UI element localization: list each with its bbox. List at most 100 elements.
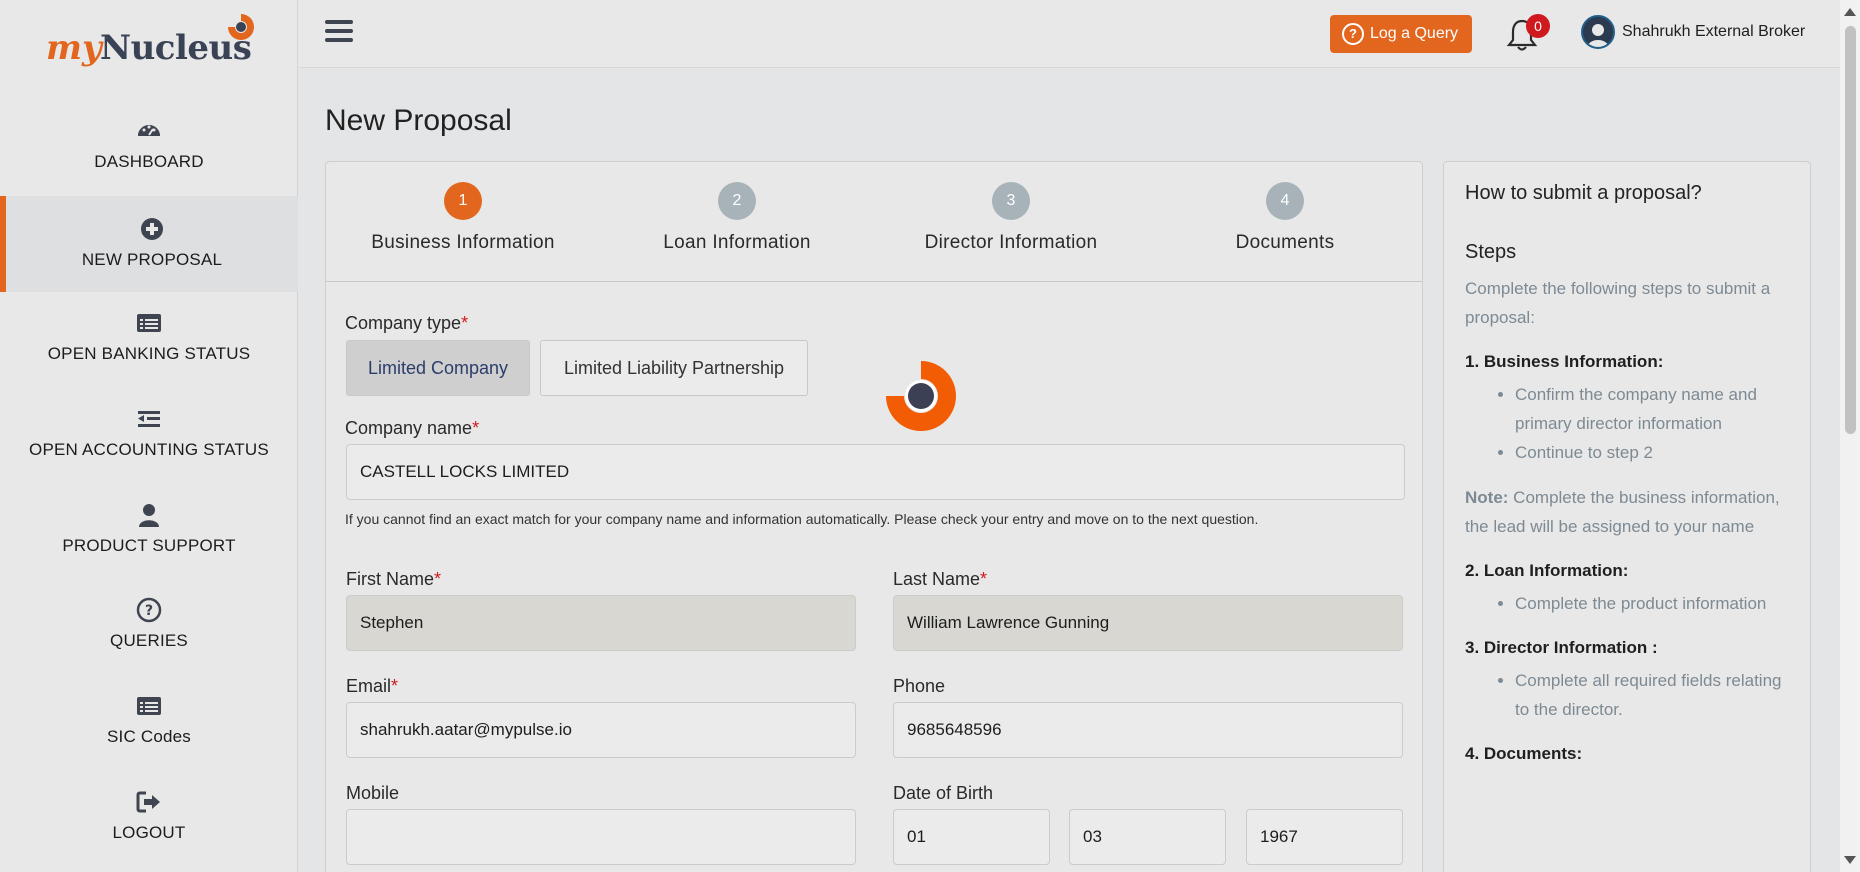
user-avatar[interactable] [1581,15,1615,49]
sidebar-item-label: QUERIES [110,631,188,650]
help-note: Note: Complete the business information,… [1465,483,1789,541]
email-label-text: Email [346,676,392,696]
logo-ring-icon [228,14,254,40]
email-label: Email* [346,676,398,697]
sidebar-item-label: DASHBOARD [94,152,204,171]
step-number: 4 [1266,182,1304,220]
required-mark: * [472,418,480,438]
last-name-label-text: Last Name [893,569,981,589]
first-name-label: First Name* [346,569,441,590]
sidebar-item-label: OPEN BANKING STATUS [47,344,251,363]
step-label: Documents [1235,232,1335,253]
required-mark: * [980,569,988,589]
user-icon [139,504,159,527]
list-item: Complete all required fields relating to… [1515,666,1789,724]
company-name-input[interactable]: CASTELL LOCKS LIMITED [346,444,1405,500]
sidebar-item-open-banking-status[interactable]: OPEN BANKING STATUS [0,310,298,406]
sidebar-item-label: SIC Codes [106,727,191,746]
step-label: Loan Information [663,232,811,253]
log-a-query-button[interactable]: ? Log a Query [1330,15,1472,53]
mobile-input[interactable] [346,809,856,865]
sidebar-item-logout[interactable]: LOGOUT [0,789,298,872]
help-business-list: Confirm the company name and primary dir… [1515,380,1789,467]
dob-month-input[interactable]: 03 [1069,809,1226,865]
log-a-query-label: Log a Query [1370,25,1459,42]
last-name-label: Last Name* [893,569,987,590]
help-intro: Complete the following steps to submit a… [1465,279,1771,327]
phone-input[interactable]: 9685648596 [893,702,1403,758]
help-director-list: Complete all required fields relating to… [1515,666,1789,724]
step-label: Business Information [371,232,555,253]
help-title: How to submit a proposal? [1465,182,1702,204]
sidebar: my Nucleus DASHBOARD NEW PROPOSAL OPEN B… [0,0,298,872]
step-loan-information[interactable]: 2 Loan Information [600,182,874,254]
list-item: Confirm the company name and primary dir… [1515,380,1789,438]
help-note-label: Note: [1465,488,1509,507]
notification-count-badge: 0 [1526,14,1550,38]
user-avatar-icon [1587,24,1609,47]
first-name-input[interactable]: Stephen [346,595,856,651]
company-type-label-text: Company type [345,313,462,333]
list-alt-icon [137,697,161,715]
indent-icon [138,411,160,427]
sign-out-icon [136,791,160,813]
user-name[interactable]: Shahrukh External Broker [1622,23,1805,41]
sidebar-item-open-accounting-status[interactable]: OPEN ACCOUNTING STATUS [0,406,298,502]
question-bubble-icon: ? [1342,23,1364,45]
loading-spinner-icon [886,361,956,431]
phone-label: Phone [893,676,946,696]
step-number: 3 [992,182,1030,220]
help-note-text: Complete the business information, the l… [1465,488,1780,536]
company-name-label: Company name* [345,418,479,439]
help-section-director: 3. Director Information : [1465,638,1658,657]
svg-text:?: ? [145,603,153,619]
dob-label: Date of Birth [893,783,994,803]
last-name-input[interactable]: William Lawrence Gunning [893,595,1403,651]
help-loan-list: Complete the product information [1515,589,1789,618]
step-business-information[interactable]: 1 Business Information [326,182,600,254]
company-type-llp-button[interactable]: Limited Liability Partnership [540,340,808,396]
step-number: 1 [444,182,482,220]
step-number: 2 [718,182,756,220]
company-name-hint: If you cannot find an exact match for yo… [345,511,1259,527]
help-section-business: 1. Business Information: [1465,352,1664,371]
step-director-information[interactable]: 3 Director Information [874,182,1148,254]
mynucleus-logo[interactable]: my Nucleus [46,12,266,72]
list-item: Complete the product information [1515,589,1789,618]
email-input[interactable]: shahrukh.aatar@mypulse.io [346,702,856,758]
list-alt-icon [137,314,161,332]
sidebar-item-label: PRODUCT SUPPORT [62,536,236,555]
required-mark: * [461,313,469,333]
sidebar-item-label: NEW PROPOSAL [81,250,223,269]
sidebar-item-product-support[interactable]: PRODUCT SUPPORT [0,502,298,598]
scroll-thumb[interactable] [1845,26,1856,434]
scroll-up-arrow-icon[interactable] [1844,8,1856,16]
proposal-form-card: 1 Business Information 2 Loan Informatio… [325,161,1423,872]
dob-year-input[interactable]: 1967 [1246,809,1403,865]
dob-day-input[interactable]: 01 [893,809,1050,865]
help-section-loan: 2. Loan Information: [1465,561,1629,580]
sidebar-item-new-proposal[interactable]: NEW PROPOSAL [0,196,298,292]
top-bar: ? Log a Query 0 Shahrukh External Broker [299,0,1840,68]
menu-toggle-icon[interactable] [325,20,353,46]
sidebar-item-label: LOGOUT [112,823,186,842]
required-mark: * [391,676,399,696]
mobile-label: Mobile [346,783,400,803]
list-item: Continue to step 2 [1515,438,1789,467]
dashboard-icon [138,125,160,136]
required-mark: * [434,569,442,589]
company-type-limited-company-button[interactable]: Limited Company [346,340,530,396]
help-section-documents: 4. Documents: [1465,744,1583,763]
scroll-down-arrow-icon[interactable] [1844,856,1856,864]
company-name-label-text: Company name [345,418,473,438]
page-scrollbar[interactable] [1840,0,1860,872]
company-type-label: Company type* [345,313,468,334]
proposal-stepper: 1 Business Information 2 Loan Informatio… [326,162,1422,282]
sidebar-item-label: OPEN ACCOUNTING STATUS [29,440,269,459]
first-name-label-text: First Name [346,569,435,589]
step-documents[interactable]: 4 Documents [1148,182,1422,254]
question-circle-icon: ? [136,597,162,623]
sidebar-item-queries[interactable]: ? QUERIES [0,597,298,693]
sidebar-item-sic-codes[interactable]: SIC Codes [0,693,298,789]
help-panel: How to submit a proposal? Steps Complete… [1443,161,1811,872]
